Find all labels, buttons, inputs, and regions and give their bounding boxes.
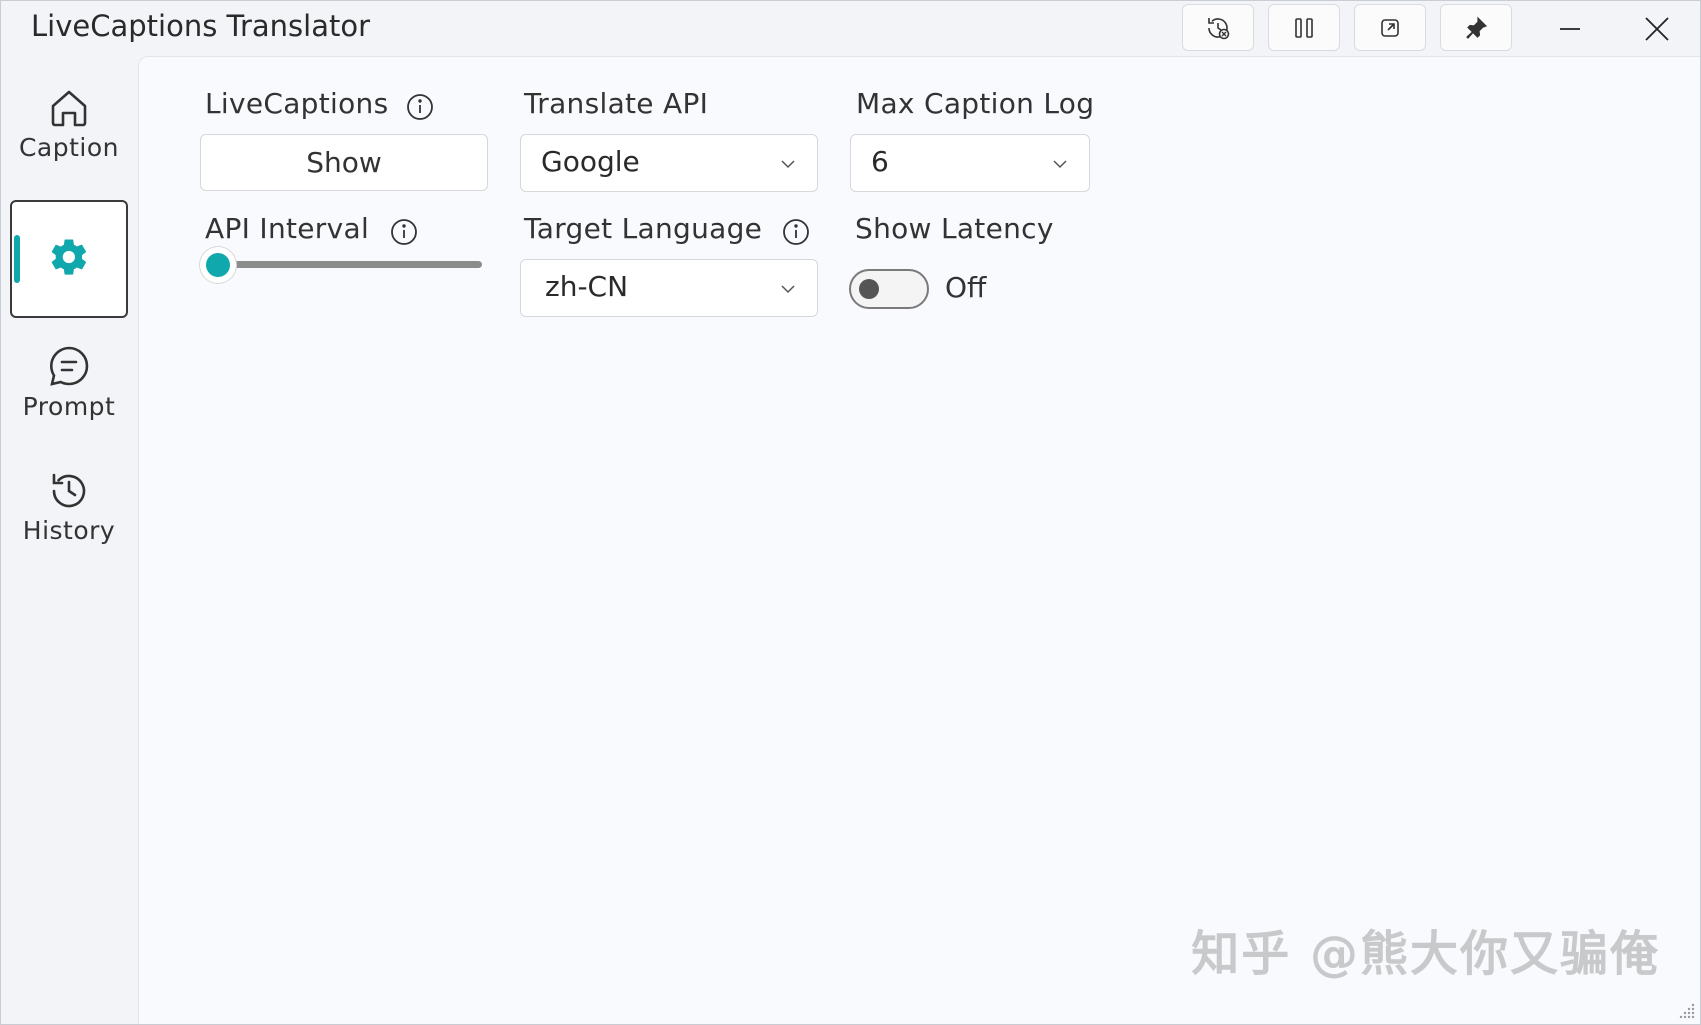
info-icon[interactable] [390, 218, 418, 246]
sidebar-item-prompt[interactable]: Prompt [10, 323, 128, 441]
active-indicator [14, 235, 20, 283]
target-language-label: Target Language [524, 212, 763, 245]
translate-api-select[interactable]: Google [520, 134, 818, 192]
show-livecaptions-button[interactable]: Show [200, 134, 488, 191]
chevron-down-icon [781, 285, 795, 294]
slider-thumb[interactable] [200, 247, 236, 283]
slider-track [210, 261, 482, 268]
target-language-select[interactable]: zh-CN [520, 259, 818, 317]
settings-page: LiveCaptions Show Translate API Google M… [138, 56, 1700, 1024]
pin-button[interactable] [1440, 4, 1512, 51]
show-latency-label: Show Latency [855, 212, 1054, 245]
watermark: 知乎 @熊大你又骗俺 [1191, 926, 1660, 982]
sidebar-item-caption[interactable]: Caption [10, 65, 128, 183]
max-caption-log-value: 6 [871, 145, 889, 178]
resize-grip-icon[interactable] [1678, 1002, 1696, 1020]
external-window-icon [1381, 18, 1399, 37]
pin-icon [1466, 16, 1488, 39]
livecaptions-label: LiveCaptions [205, 87, 389, 120]
sidebar-item-history[interactable]: History [10, 448, 128, 566]
app-title: LiveCaptions Translator [31, 9, 371, 43]
overlay-window-button[interactable] [1354, 4, 1426, 51]
gear-icon [51, 239, 86, 275]
chevron-down-icon [1053, 160, 1067, 169]
app-window: LiveCaptions Translator Caption Prompt H… [0, 0, 1701, 1025]
sidebar-item-settings[interactable] [10, 200, 128, 318]
sidebar-item-label: History [22, 515, 116, 545]
show-latency-toggle[interactable] [849, 269, 929, 309]
translate-api-value: Google [541, 145, 640, 178]
sidebar-item-label: Caption [18, 132, 120, 162]
history-icon [52, 473, 86, 507]
translate-api-label: Translate API [524, 87, 709, 120]
close-icon [1645, 17, 1669, 41]
pause-button[interactable] [1268, 4, 1340, 51]
chat-icon [49, 346, 89, 386]
minimize-icon [1560, 28, 1580, 30]
max-caption-log-label: Max Caption Log [856, 87, 1095, 120]
max-caption-log-select[interactable]: 6 [850, 134, 1090, 192]
home-icon [51, 90, 87, 126]
info-icon[interactable] [782, 218, 810, 246]
pause-icon [1295, 17, 1313, 38]
api-interval-label: API Interval [205, 212, 370, 245]
log-only-toggle-button[interactable] [1182, 4, 1254, 51]
sidebar-item-label: Prompt [22, 391, 116, 421]
toggle-knob [859, 279, 879, 299]
history-clear-icon [1208, 17, 1230, 39]
api-interval-slider[interactable] [200, 247, 482, 283]
sidebar: Caption Prompt History [1, 55, 137, 1024]
title-bar[interactable]: LiveCaptions Translator [1, 1, 1700, 55]
target-language-value: zh-CN [545, 270, 629, 303]
close-button[interactable] [1621, 4, 1693, 54]
chevron-down-icon [781, 160, 795, 169]
minimize-button[interactable] [1534, 4, 1606, 54]
info-icon[interactable] [406, 93, 434, 121]
show-latency-state: Off [945, 271, 987, 304]
